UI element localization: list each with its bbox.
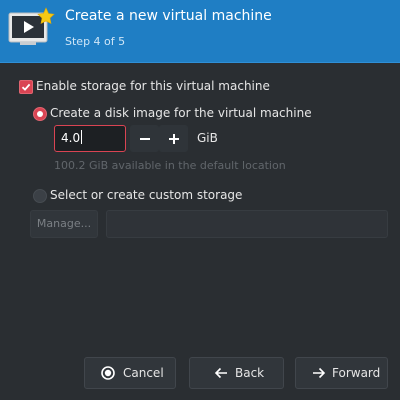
back-button[interactable]: Back	[189, 357, 284, 389]
step-indicator: Step 4 of 5	[65, 35, 126, 48]
checkmark-icon	[21, 83, 31, 91]
enable-storage-label[interactable]: Enable storage for this virtual machine	[36, 79, 270, 93]
forward-label: Forward	[332, 366, 381, 380]
custom-storage-label[interactable]: Select or create custom storage	[50, 188, 242, 202]
new-vm-dialog: Create a new virtual machine Step 4 of 5…	[0, 0, 400, 400]
arrow-left-icon	[214, 367, 227, 379]
minus-icon	[139, 138, 150, 140]
enable-storage-checkbox[interactable]	[19, 80, 33, 94]
forward-button[interactable]: Forward	[295, 357, 388, 389]
text-caret	[81, 130, 83, 144]
disk-size-value: 4.0	[61, 131, 81, 145]
custom-storage-radio[interactable]	[33, 189, 47, 203]
radio-selected-dot	[37, 111, 43, 117]
cancel-icon	[101, 366, 115, 380]
disk-size-input[interactable]: 4.0	[54, 125, 126, 152]
available-space-text: 100.2 GiB available in the default locat…	[54, 159, 286, 172]
size-unit-label: GiB	[197, 131, 218, 145]
dialog-header: Create a new virtual machine Step 4 of 5	[0, 0, 400, 63]
create-disk-radio[interactable]	[33, 107, 47, 121]
decrease-size-button[interactable]	[130, 125, 159, 152]
dialog-title: Create a new virtual machine	[65, 8, 272, 24]
manage-storage-button[interactable]: Manage...	[30, 210, 98, 238]
cancel-button[interactable]: Cancel	[84, 357, 176, 389]
create-disk-label[interactable]: Create a disk image for the virtual mach…	[50, 106, 312, 120]
cancel-label: Cancel	[123, 366, 164, 380]
arrow-right-icon	[313, 367, 326, 379]
increase-size-button[interactable]	[159, 125, 188, 152]
plus-icon	[168, 134, 179, 144]
new-vm-icon	[8, 6, 58, 50]
back-label: Back	[235, 366, 265, 380]
custom-storage-path-field[interactable]	[106, 210, 388, 238]
